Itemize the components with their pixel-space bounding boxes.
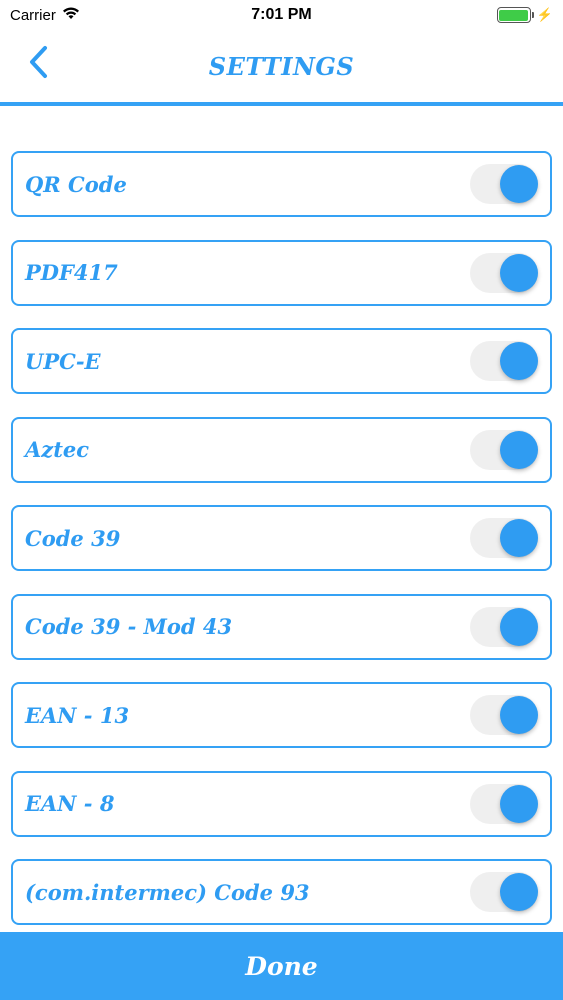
toggle-knob	[500, 430, 538, 469]
battery-level	[499, 9, 529, 21]
charging-bolt-icon: ⚡	[536, 7, 553, 22]
toggle-knob	[500, 165, 538, 203]
chevron-left-icon	[27, 45, 49, 84]
battery-icon	[496, 7, 534, 23]
page-title: SETTINGS	[208, 51, 355, 81]
status-right: ⚡	[496, 7, 553, 23]
back-button[interactable]	[18, 44, 58, 84]
toggle-switch[interactable]	[470, 783, 538, 824]
status-time: 7:01 PM	[251, 6, 312, 23]
toggle-switch[interactable]	[470, 341, 538, 381]
toggle-knob	[500, 253, 538, 292]
wifi-icon	[62, 6, 80, 24]
nav-bar: SETTINGS	[0, 30, 563, 102]
toggle-switch[interactable]	[470, 518, 538, 558]
toggle-switch[interactable]	[470, 872, 538, 912]
setting-label: Code 39	[25, 525, 121, 551]
setting-row-ean-13[interactable]: EAN - 13	[11, 682, 552, 748]
toggle-knob	[500, 342, 538, 380]
done-button[interactable]: Done	[0, 932, 563, 1000]
toggle-switch[interactable]	[470, 695, 538, 735]
status-left: Carrier	[10, 6, 80, 24]
done-label: Done	[245, 951, 318, 981]
setting-label: EAN - 13	[25, 702, 130, 728]
nav-divider	[0, 102, 563, 106]
setting-row-code-93[interactable]: (com.intermec) Code 93	[11, 859, 552, 925]
setting-label: Aztec	[25, 437, 90, 462]
setting-row-pdf417[interactable]: PDF417	[11, 239, 552, 306]
toggle-switch[interactable]	[470, 429, 538, 470]
setting-label: Code 39 - Mod 43	[25, 614, 233, 639]
toggle-switch[interactable]	[470, 606, 538, 647]
toggle-knob	[500, 519, 538, 557]
carrier-label: Carrier	[10, 6, 56, 24]
toggle-knob	[500, 696, 538, 734]
setting-label: QR Code	[25, 171, 127, 197]
setting-label: PDF417	[25, 260, 118, 285]
toggle-knob	[500, 873, 538, 911]
setting-label: UPC-E	[25, 348, 101, 374]
status-bar: Carrier 7:01 PM ⚡	[0, 0, 563, 30]
setting-row-qr-code[interactable]: QR Code	[11, 151, 552, 217]
toggle-switch[interactable]	[470, 164, 538, 204]
setting-row-code-39-mod-43[interactable]: Code 39 - Mod 43	[11, 593, 552, 660]
settings-list: QR Code PDF417 UPC-E Aztec Code 39 Code …	[11, 151, 552, 948]
toggle-switch[interactable]	[470, 252, 538, 293]
setting-label: (com.intermec) Code 93	[25, 879, 310, 905]
setting-row-ean-8[interactable]: EAN - 8	[11, 770, 552, 837]
setting-row-code-39[interactable]: Code 39	[11, 505, 552, 571]
setting-label: EAN - 8	[25, 791, 115, 816]
setting-row-upc-e[interactable]: UPC-E	[11, 328, 552, 394]
toggle-knob	[500, 607, 538, 646]
setting-row-aztec[interactable]: Aztec	[11, 416, 552, 483]
toggle-knob	[500, 784, 538, 823]
